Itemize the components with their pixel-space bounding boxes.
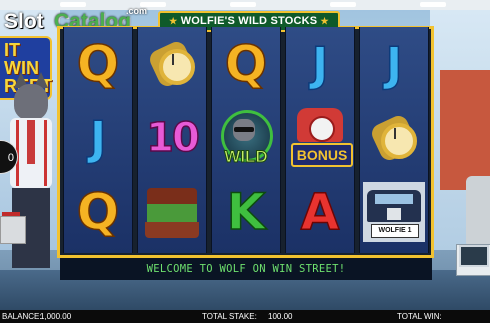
message-ticker: WELCOME TO WOLF ON WIN STREET! <box>60 258 432 280</box>
watermark-com-text: .com <box>126 6 148 16</box>
bonus-phone-icon: BONUS <box>289 106 353 170</box>
balance-label: BALANCE: <box>2 312 42 321</box>
star-icon: ★ <box>169 16 178 26</box>
symbol-10: 10 <box>145 114 200 162</box>
reel-symbol: J <box>64 103 132 173</box>
reel-4: J BONUS A <box>285 27 355 253</box>
gold-watch-icon <box>368 112 420 164</box>
reel-symbol: BONUS <box>286 103 354 173</box>
office-chair <box>466 176 490 248</box>
gold-watch-icon <box>146 38 198 90</box>
reel-symbol: WILD <box>212 103 280 173</box>
reel-symbol: K <box>212 177 280 247</box>
status-bar: BALANCE: 1,000.00 TOTAL STAKE: 100.00 TO… <box>0 310 490 323</box>
reel-symbol <box>138 29 206 99</box>
symbol-j: J <box>385 36 404 92</box>
reel-symbol <box>360 103 428 173</box>
bonus-label: BONUS <box>291 143 353 167</box>
reel-5: J WOLFIE 1 <box>359 27 429 253</box>
watermark-slot-text: Slot <box>4 10 44 33</box>
car-plate: WOLFIE 1 <box>371 224 419 238</box>
symbol-k: K <box>226 182 266 242</box>
symbol-q: Q <box>224 34 268 94</box>
win-label: TOTAL WIN: <box>397 312 442 321</box>
symbol-q: Q <box>76 182 120 242</box>
reel-symbol <box>138 177 206 247</box>
balance-value: 1,000.00 <box>40 312 72 321</box>
reel-symbol: J <box>286 29 354 99</box>
reel-1: Q J Q <box>63 27 133 253</box>
game-scene: IT WIN REET 0 Slot Catalog .com ★ WOLFIE… <box>0 0 490 323</box>
stake-value: 100.00 <box>268 312 293 321</box>
wild-label: WILD <box>224 147 268 167</box>
reel-symbol: WOLFIE 1 <box>360 177 428 247</box>
reel-symbol: A <box>286 177 354 247</box>
symbol-a: A <box>300 182 340 242</box>
symbol-q: Q <box>76 34 120 94</box>
cash-briefcase-icon <box>143 184 201 240</box>
reel-symbol: Q <box>64 29 132 99</box>
reel-symbol: J <box>360 29 428 99</box>
symbol-j: J <box>89 110 108 166</box>
limousine-icon: WOLFIE 1 <box>363 182 425 242</box>
background-building <box>440 70 490 190</box>
reel-symbol: Q <box>64 177 132 247</box>
wild-wolf-icon: WILD <box>216 107 276 169</box>
reel-3: Q WILD K <box>211 27 281 253</box>
office-desk-left <box>0 216 26 244</box>
symbol-j: J <box>311 36 330 92</box>
stake-label: TOTAL STAKE: <box>202 312 257 321</box>
reel-symbol: Q <box>212 29 280 99</box>
reel-symbol: 10 <box>138 103 206 173</box>
star-icon: ★ <box>320 16 329 26</box>
game-title: WOLFIE'S WILD STOCKS <box>180 15 318 27</box>
reel-2: 10 <box>137 27 207 253</box>
computer-monitor <box>459 245 489 267</box>
